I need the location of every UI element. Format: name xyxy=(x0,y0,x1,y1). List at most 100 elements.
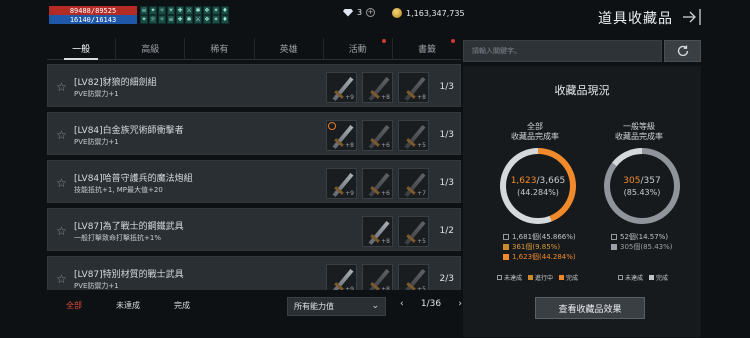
enchant-level: +5 xyxy=(417,238,426,245)
buff-icon[interactable]: ✧ xyxy=(158,6,166,15)
collection-row[interactable]: ☆ [LV87]為了戰士的鋼鐵武具 一般打擊致命打擊抵抗+1% +8 +5 1/2 xyxy=(47,208,461,251)
legend-swatch xyxy=(559,275,565,280)
collection-row[interactable]: ☆ [LV87]特別材質的戰士武具 PVE防禦力+1 +9 +8 +5 2/3 xyxy=(47,256,461,290)
bookmark-star-icon[interactable]: ☆ xyxy=(56,80,67,94)
collection-effect: PVE防禦力+1 xyxy=(74,138,119,146)
notification-dot xyxy=(381,39,386,43)
filter-0[interactable]: 全部 xyxy=(47,300,101,311)
hp-bar: 89488/89525 xyxy=(49,6,137,15)
enchant-level: +8 xyxy=(381,286,390,290)
total-legend: 未達成 進行中 完成 xyxy=(497,273,578,282)
add-gem-button[interactable]: + xyxy=(366,8,376,17)
buff-icon[interactable]: ✱ xyxy=(194,6,202,15)
in-progress-marker xyxy=(503,244,509,250)
collection-row[interactable]: ☆ [LV82]豺狼的細劍組 PVE防禦力+1 +9 +8 +8 1/3 xyxy=(47,64,461,107)
item-slot[interactable]: +8 xyxy=(362,216,393,247)
buff-icon[interactable]: ✱ xyxy=(185,15,193,24)
tab-3[interactable]: 英雄 xyxy=(255,38,324,59)
buff-icon[interactable]: ☼ xyxy=(149,15,157,24)
buff-icon[interactable]: ❖ xyxy=(203,15,211,24)
item-slot[interactable]: +5 xyxy=(398,264,429,290)
tab-label: 英雄 xyxy=(279,45,298,55)
item-slot[interactable]: +5 xyxy=(398,120,429,151)
normal-label-line1: 一般等級 xyxy=(623,122,655,131)
filter-2[interactable]: 完成 xyxy=(155,300,209,311)
not-achieved-marker xyxy=(503,234,509,240)
collection-effect: 技能抵抗+1, MP最大值+20 xyxy=(74,186,163,194)
bookmark-star-icon[interactable]: ☆ xyxy=(56,176,67,190)
search-input[interactable]: 請輸入關鍵字。 xyxy=(463,40,662,62)
page-title: 道具收藏品 xyxy=(598,11,673,27)
bookmark-star-icon[interactable]: ☆ xyxy=(56,272,67,286)
total-progress-ring: 1,623/3,665 (44.284%) xyxy=(500,148,576,224)
collection-list: ☆ [LV82]豺狼的細劍組 PVE防禦力+1 +9 +8 +8 1/3 ☆ [LV84]白金族… xyxy=(47,64,461,290)
collection-name: [LV87]特別材質的戰士武具 xyxy=(74,270,184,280)
bookmark-star-icon[interactable]: ☆ xyxy=(56,128,67,142)
buff-icon[interactable]: ☠ xyxy=(140,6,148,15)
buff-icon[interactable]: ♦ xyxy=(221,6,229,15)
refresh-button[interactable] xyxy=(664,40,701,62)
buff-icon[interactable]: ✦ xyxy=(149,6,157,15)
buff-icon[interactable]: ☠ xyxy=(167,15,175,24)
tab-2[interactable]: 稀有 xyxy=(185,38,255,59)
legend-swatch xyxy=(528,275,534,280)
normal-legend: 未達成 完成 xyxy=(618,273,668,282)
alert-icon xyxy=(328,122,336,130)
collection-effect: PVE防禦力+1 xyxy=(74,90,119,98)
total-stat-complete: 1,623個(44.284%) xyxy=(512,253,576,261)
collection-name: [LV84]哈普守護兵的魔法炮組 xyxy=(74,174,193,184)
exit-button[interactable] xyxy=(681,7,703,27)
legend-complete: 完成 xyxy=(566,275,579,282)
ability-select[interactable]: 所有能力值 ⌄ xyxy=(287,297,386,316)
item-slot[interactable]: +8 xyxy=(326,120,357,151)
buff-icon[interactable]: ✦ xyxy=(140,15,148,24)
category-tabs: 一般 高級 稀有 英雄 活動 書籤 xyxy=(47,38,461,60)
buff-icon[interactable]: ❖ xyxy=(203,6,211,15)
buff-icons: ☠ ✦ ✧ ☀ ✚ ⚔ ✱ ❖ ✶ ♦ ✦ ☼ ✧ ☠ ✚ ✱ ⚔ ❖ ✶ ♦ xyxy=(140,6,229,24)
total-label-line2: 收藏品完成率 xyxy=(511,132,559,141)
item-slot[interactable]: +8 xyxy=(362,72,393,103)
buff-icon[interactable]: ☀ xyxy=(167,6,175,15)
enchant-level: +9 xyxy=(345,94,354,101)
buff-icon[interactable]: ♦ xyxy=(221,15,229,24)
buff-icon[interactable]: ✧ xyxy=(158,15,166,24)
gold-counter: 1,163,347,735 xyxy=(392,8,465,18)
item-slot[interactable]: +6 xyxy=(362,168,393,199)
total-all: /3,665 xyxy=(536,175,566,186)
collection-name: [LV87]為了戰士的鋼鐵武具 xyxy=(74,222,184,232)
filter-1[interactable]: 未達成 xyxy=(101,300,155,311)
item-slot[interactable]: +6 xyxy=(362,120,393,151)
buff-icon[interactable]: ⚔ xyxy=(185,6,193,15)
item-slot[interactable]: +9 xyxy=(326,264,357,290)
collection-name: [LV82]豺狼的細劍組 xyxy=(74,78,157,88)
tab-4[interactable]: 活動 xyxy=(324,38,393,59)
next-page-button[interactable]: › xyxy=(458,299,462,309)
normal-all: /357 xyxy=(640,175,661,186)
collection-row[interactable]: ☆ [LV84]白金族咒術師衝擊者 PVE防禦力+1 +8 +6 +5 1/3 xyxy=(47,112,461,155)
tab-5[interactable]: 書籤 xyxy=(393,38,461,59)
total-percent: (44.284%) xyxy=(517,187,559,197)
tab-1[interactable]: 高級 xyxy=(116,38,186,59)
legend-not-achieved: 未達成 xyxy=(625,275,644,282)
buff-icon[interactable]: ✶ xyxy=(212,15,220,24)
bookmark-star-icon[interactable]: ☆ xyxy=(56,224,67,238)
item-slot[interactable]: +8 xyxy=(362,264,393,290)
item-slot[interactable]: +5 xyxy=(398,216,429,247)
item-slot[interactable]: +9 xyxy=(326,72,357,103)
item-slot[interactable]: +9 xyxy=(326,168,357,199)
collection-row[interactable]: ☆ [LV84]哈普守護兵的魔法炮組 技能抵抗+1, MP最大值+20 +9 +6 +7 1… xyxy=(47,160,461,203)
view-collection-effects-button[interactable]: 查看收藏品效果 xyxy=(535,297,645,319)
prev-page-button[interactable]: ‹ xyxy=(400,299,404,309)
buff-icon[interactable]: ✚ xyxy=(176,6,184,15)
item-slots: +9 +6 +7 xyxy=(326,168,429,199)
enchant-level: +8 xyxy=(381,94,390,101)
item-slot[interactable]: +7 xyxy=(398,168,429,199)
total-stat-not-achieved: 1,681個(45.866%) xyxy=(512,233,576,241)
buff-icon[interactable]: ✶ xyxy=(212,6,220,15)
tab-label: 活動 xyxy=(348,45,367,55)
item-slots: +9 +8 +8 xyxy=(326,72,429,103)
buff-icon[interactable]: ⚔ xyxy=(194,15,202,24)
item-slot[interactable]: +8 xyxy=(398,72,429,103)
buff-icon[interactable]: ✚ xyxy=(176,15,184,24)
tab-0[interactable]: 一般 xyxy=(47,38,117,60)
